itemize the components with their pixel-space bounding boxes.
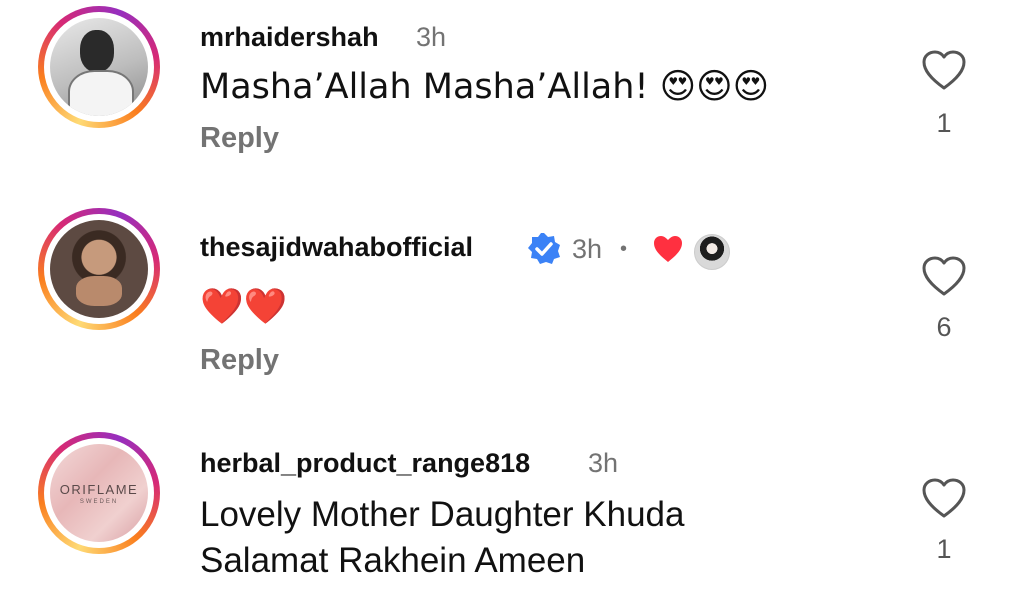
avatar-story-ring[interactable]: ORIFLAME SWEDEN [38, 432, 160, 554]
comment-text: Lovely Mother Daughter Khuda Salamat Rak… [200, 492, 684, 584]
like-count: 1 [936, 108, 952, 138]
comment-username[interactable]: herbal_product_range818 [200, 448, 530, 479]
avatar-hands [76, 276, 122, 306]
creator-heart-icon [654, 236, 682, 262]
avatar-border [44, 12, 154, 122]
reply-button[interactable]: Reply [200, 344, 279, 377]
avatar [50, 220, 148, 318]
comment-timestamp: 3h [572, 234, 603, 264]
avatar [50, 18, 148, 116]
avatar-figure-head [80, 30, 114, 72]
avatar-figure-body [68, 70, 134, 116]
comment-timestamp: 3h [588, 448, 619, 478]
comment-text: Masha’Allah Masha’Allah! 😍😍😍 [200, 67, 770, 107]
heart-outline-icon[interactable] [920, 254, 968, 298]
avatar-border [44, 214, 154, 324]
reply-button[interactable]: Reply [200, 122, 279, 155]
creator-avatar [694, 234, 730, 270]
comment-timestamp: 3h [416, 22, 447, 52]
avatar-brand-text: ORIFLAME [59, 482, 139, 497]
verified-badge-icon [528, 233, 560, 264]
comment-username[interactable]: thesajidwahabofficial [200, 232, 473, 263]
avatar-story-ring[interactable] [38, 6, 160, 128]
avatar: ORIFLAME SWEDEN [50, 444, 148, 542]
comment-text: ❤️❤️ [200, 287, 288, 327]
comment-username[interactable]: mrhaidershah [200, 22, 379, 53]
avatar-brand-subtext: SWEDEN [79, 499, 119, 505]
avatar-story-ring[interactable] [38, 208, 160, 330]
heart-outline-icon[interactable] [920, 48, 968, 92]
comment-text-line: Lovely Mother Daughter Khuda [200, 495, 685, 534]
comment-text-line: Salamat Rakhein Ameen [200, 541, 586, 580]
like-count: 6 [936, 312, 952, 342]
heart-outline-icon[interactable] [920, 476, 968, 520]
separator-dot: • [620, 238, 628, 260]
avatar-border: ORIFLAME SWEDEN [44, 438, 154, 548]
like-count: 1 [936, 534, 952, 564]
